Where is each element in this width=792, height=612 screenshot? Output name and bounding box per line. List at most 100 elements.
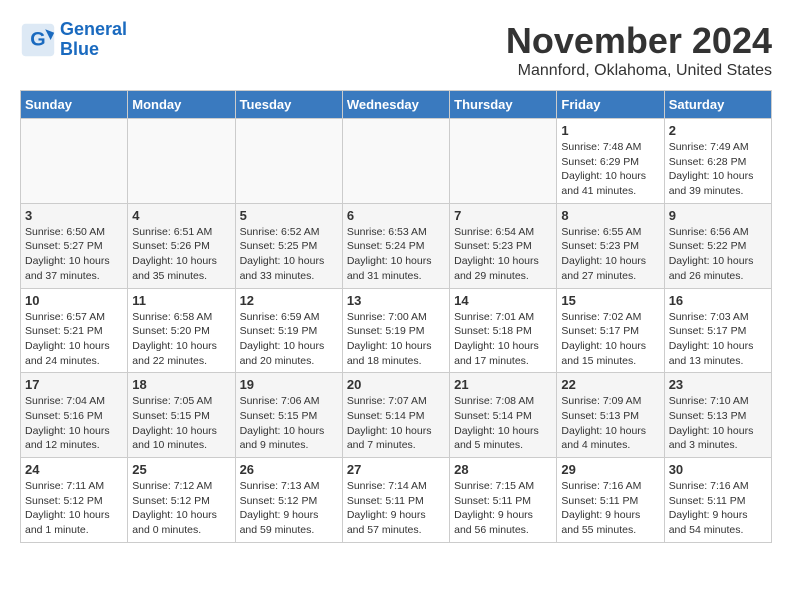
day-header-monday: Monday	[128, 91, 235, 119]
day-number: 3	[25, 208, 123, 223]
day-number: 2	[669, 123, 767, 138]
empty-cell	[342, 119, 449, 204]
week-row-4: 17 Sunrise: 7:04 AM Sunset: 5:16 PM Dayli…	[21, 373, 772, 458]
day-info: Sunrise: 7:15 AM Sunset: 5:11 PM Dayligh…	[454, 479, 552, 538]
day-number: 21	[454, 377, 552, 392]
day-info: Sunrise: 7:02 AM Sunset: 5:17 PM Dayligh…	[561, 310, 659, 369]
day-info: Sunrise: 6:55 AM Sunset: 5:23 PM Dayligh…	[561, 225, 659, 284]
logo-icon: G	[20, 22, 56, 58]
empty-cell	[450, 119, 557, 204]
day-number: 23	[669, 377, 767, 392]
day-info: Sunrise: 7:48 AM Sunset: 6:29 PM Dayligh…	[561, 140, 659, 199]
day-cell-3: 3 Sunrise: 6:50 AM Sunset: 5:27 PM Daylig…	[21, 203, 128, 288]
empty-cell	[21, 119, 128, 204]
day-cell-21: 21 Sunrise: 7:08 AM Sunset: 5:14 PM Dayli…	[450, 373, 557, 458]
day-info: Sunrise: 7:16 AM Sunset: 5:11 PM Dayligh…	[561, 479, 659, 538]
day-info: Sunrise: 6:58 AM Sunset: 5:20 PM Dayligh…	[132, 310, 230, 369]
day-info: Sunrise: 7:08 AM Sunset: 5:14 PM Dayligh…	[454, 394, 552, 453]
day-number: 9	[669, 208, 767, 223]
day-cell-2: 2 Sunrise: 7:49 AM Sunset: 6:28 PM Daylig…	[664, 119, 771, 204]
day-number: 22	[561, 377, 659, 392]
day-info: Sunrise: 6:59 AM Sunset: 5:19 PM Dayligh…	[240, 310, 338, 369]
day-info: Sunrise: 7:09 AM Sunset: 5:13 PM Dayligh…	[561, 394, 659, 453]
day-cell-13: 13 Sunrise: 7:00 AM Sunset: 5:19 PM Dayli…	[342, 288, 449, 373]
day-cell-5: 5Sunrise: 6:52 AM Sunset: 5:25 PM Daylig…	[235, 203, 342, 288]
day-number: 7	[454, 208, 552, 223]
day-info: Sunrise: 6:54 AM Sunset: 5:23 PM Dayligh…	[454, 225, 552, 284]
day-number: 30	[669, 462, 767, 477]
day-number: 15	[561, 293, 659, 308]
month-title: November 2024	[506, 20, 772, 62]
day-info: Sunrise: 7:03 AM Sunset: 5:17 PM Dayligh…	[669, 310, 767, 369]
day-cell-1: 1 Sunrise: 7:48 AM Sunset: 6:29 PM Daylig…	[557, 119, 664, 204]
day-info: Sunrise: 7:10 AM Sunset: 5:13 PM Dayligh…	[669, 394, 767, 453]
day-cell-24: 24 Sunrise: 7:11 AM Sunset: 5:12 PM Dayli…	[21, 458, 128, 543]
day-number: 10	[25, 293, 123, 308]
day-cell-16: 16 Sunrise: 7:03 AM Sunset: 5:17 PM Dayli…	[664, 288, 771, 373]
empty-cell	[235, 119, 342, 204]
day-number: 27	[347, 462, 445, 477]
day-number: 28	[454, 462, 552, 477]
day-info: Sunrise: 6:51 AM Sunset: 5:26 PM Dayligh…	[132, 225, 230, 284]
day-number: 16	[669, 293, 767, 308]
day-header-sunday: Sunday	[21, 91, 128, 119]
day-cell-7: 7 Sunrise: 6:54 AM Sunset: 5:23 PM Daylig…	[450, 203, 557, 288]
day-cell-6: 6Sunrise: 6:53 AM Sunset: 5:24 PM Daylig…	[342, 203, 449, 288]
day-cell-11: 11 Sunrise: 6:58 AM Sunset: 5:20 PM Dayli…	[128, 288, 235, 373]
day-number: 17	[25, 377, 123, 392]
day-info: Sunrise: 7:04 AM Sunset: 5:16 PM Dayligh…	[25, 394, 123, 453]
day-number: 1	[561, 123, 659, 138]
day-info: Sunrise: 7:16 AM Sunset: 5:11 PM Dayligh…	[669, 479, 767, 538]
day-info: Sunrise: 7:07 AM Sunset: 5:14 PM Dayligh…	[347, 394, 445, 453]
logo: G General Blue	[20, 20, 127, 60]
day-cell-20: 20 Sunrise: 7:07 AM Sunset: 5:14 PM Dayli…	[342, 373, 449, 458]
calendar-header-row: SundayMondayTuesdayWednesdayThursdayFrid…	[21, 91, 772, 119]
day-cell-17: 17 Sunrise: 7:04 AM Sunset: 5:16 PM Dayli…	[21, 373, 128, 458]
day-info: Sunrise: 7:00 AM Sunset: 5:19 PM Dayligh…	[347, 310, 445, 369]
day-number: 29	[561, 462, 659, 477]
day-number: 20	[347, 377, 445, 392]
day-number: 24	[25, 462, 123, 477]
day-cell-14: 14Sunrise: 7:01 AM Sunset: 5:18 PM Dayli…	[450, 288, 557, 373]
day-cell-23: 23 Sunrise: 7:10 AM Sunset: 5:13 PM Dayli…	[664, 373, 771, 458]
day-header-friday: Friday	[557, 91, 664, 119]
day-cell-22: 22 Sunrise: 7:09 AM Sunset: 5:13 PM Dayli…	[557, 373, 664, 458]
day-number: 6	[347, 208, 445, 223]
day-cell-19: 19 Sunrise: 7:06 AM Sunset: 5:15 PM Dayli…	[235, 373, 342, 458]
day-number: 11	[132, 293, 230, 308]
day-header-tuesday: Tuesday	[235, 91, 342, 119]
day-number: 26	[240, 462, 338, 477]
empty-cell	[128, 119, 235, 204]
day-header-saturday: Saturday	[664, 91, 771, 119]
day-info: Sunrise: 7:01 AM Sunset: 5:18 PM Dayligh…	[454, 310, 552, 369]
calendar: SundayMondayTuesdayWednesdayThursdayFrid…	[20, 90, 772, 543]
day-cell-4: 4 Sunrise: 6:51 AM Sunset: 5:26 PM Daylig…	[128, 203, 235, 288]
day-number: 13	[347, 293, 445, 308]
day-info: Sunrise: 6:57 AM Sunset: 5:21 PM Dayligh…	[25, 310, 123, 369]
day-cell-28: 28 Sunrise: 7:15 AM Sunset: 5:11 PM Dayli…	[450, 458, 557, 543]
day-info: Sunrise: 7:12 AM Sunset: 5:12 PM Dayligh…	[132, 479, 230, 538]
week-row-2: 3 Sunrise: 6:50 AM Sunset: 5:27 PM Daylig…	[21, 203, 772, 288]
day-cell-29: 29 Sunrise: 7:16 AM Sunset: 5:11 PM Dayli…	[557, 458, 664, 543]
day-info: Sunrise: 7:11 AM Sunset: 5:12 PM Dayligh…	[25, 479, 123, 538]
day-info: Sunrise: 6:52 AM Sunset: 5:25 PM Dayligh…	[240, 225, 338, 284]
day-info: Sunrise: 7:06 AM Sunset: 5:15 PM Dayligh…	[240, 394, 338, 453]
day-info: Sunrise: 7:13 AM Sunset: 5:12 PM Dayligh…	[240, 479, 338, 538]
day-header-wednesday: Wednesday	[342, 91, 449, 119]
day-info: Sunrise: 6:50 AM Sunset: 5:27 PM Dayligh…	[25, 225, 123, 284]
logo-text: General Blue	[60, 20, 127, 60]
day-header-thursday: Thursday	[450, 91, 557, 119]
calendar-body: 1 Sunrise: 7:48 AM Sunset: 6:29 PM Daylig…	[21, 119, 772, 543]
day-cell-8: 8 Sunrise: 6:55 AM Sunset: 5:23 PM Daylig…	[557, 203, 664, 288]
day-number: 12	[240, 293, 338, 308]
day-cell-12: 12 Sunrise: 6:59 AM Sunset: 5:19 PM Dayli…	[235, 288, 342, 373]
day-cell-26: 26 Sunrise: 7:13 AM Sunset: 5:12 PM Dayli…	[235, 458, 342, 543]
day-number: 8	[561, 208, 659, 223]
day-info: Sunrise: 7:49 AM Sunset: 6:28 PM Dayligh…	[669, 140, 767, 199]
week-row-1: 1 Sunrise: 7:48 AM Sunset: 6:29 PM Daylig…	[21, 119, 772, 204]
day-number: 19	[240, 377, 338, 392]
day-number: 18	[132, 377, 230, 392]
location-title: Mannford, Oklahoma, United States	[506, 62, 772, 80]
day-cell-10: 10 Sunrise: 6:57 AM Sunset: 5:21 PM Dayli…	[21, 288, 128, 373]
day-number: 4	[132, 208, 230, 223]
